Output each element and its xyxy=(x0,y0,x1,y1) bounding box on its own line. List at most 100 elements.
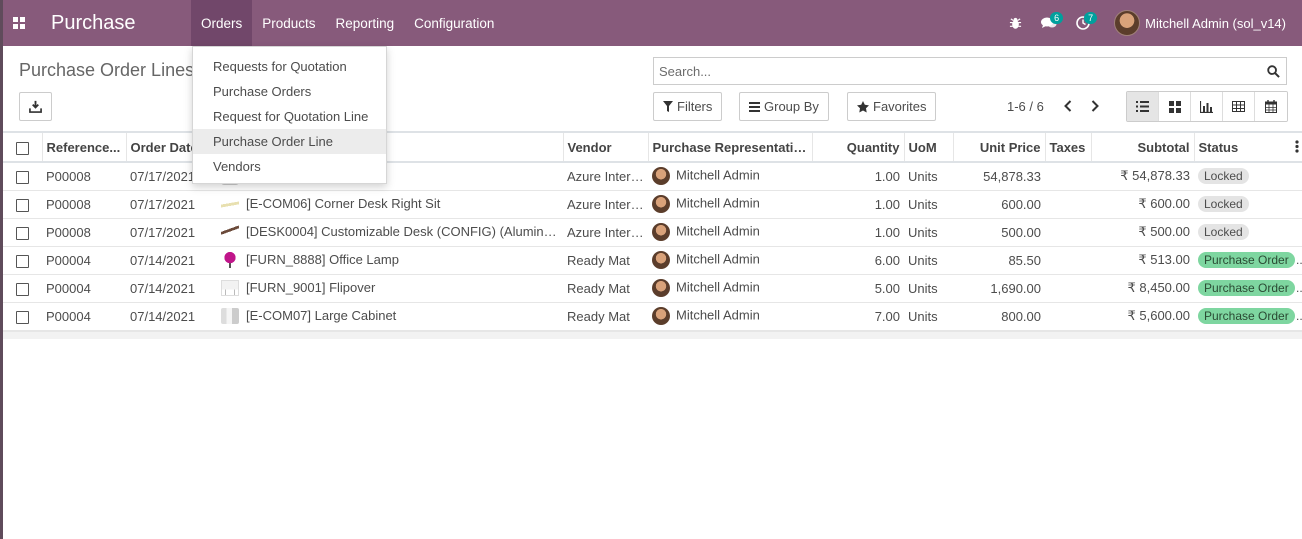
menu-item-rfq-line[interactable]: Request for Quotation Line xyxy=(193,104,386,129)
favorites-button[interactable]: Favorites xyxy=(847,92,937,121)
row-checkbox[interactable] xyxy=(16,198,29,212)
taxes-cell xyxy=(1045,302,1091,331)
export-button[interactable] xyxy=(19,92,52,121)
bug-icon[interactable] xyxy=(998,0,1032,46)
bars-icon xyxy=(749,101,760,112)
menu-reporting[interactable]: Reporting xyxy=(326,0,405,46)
column-uom[interactable]: UoM xyxy=(904,131,954,163)
column-reference[interactable]: Reference... xyxy=(42,131,127,163)
user-name: Mitchell Admin (sol_v14) xyxy=(1145,15,1286,31)
quantity-cell: 1.00 xyxy=(812,218,904,247)
download-icon xyxy=(29,100,42,113)
select-all-checkbox[interactable] xyxy=(15,141,29,155)
row-checkbox[interactable] xyxy=(16,254,29,268)
status-badge: Purchase Order xyxy=(1198,308,1295,324)
row-checkbox[interactable] xyxy=(16,170,29,184)
table-row[interactable]: P00004 07/14/2021 [FURN_8888] Office Lam… xyxy=(3,246,1302,275)
product-image-icon xyxy=(221,280,239,297)
vendor-cell: Ready Mat xyxy=(563,246,648,275)
subtotal-cell: ₹ 600.00 xyxy=(1091,190,1194,219)
kanban-icon[interactable] xyxy=(1159,92,1191,121)
apps-grid-icon[interactable] xyxy=(0,0,38,46)
pager-next-icon[interactable] xyxy=(1088,97,1102,115)
row-checkbox-cell[interactable] xyxy=(3,274,42,303)
menu-products[interactable]: Products xyxy=(252,0,325,46)
product-name: [FURN_8888] Office Lamp xyxy=(246,251,399,267)
main-navbar: Purchase Orders Products Reporting Confi… xyxy=(0,0,1302,46)
group-by-button[interactable]: Group By xyxy=(739,92,829,121)
product-name: [FURN_9001] Flipover xyxy=(246,279,376,295)
search-input[interactable] xyxy=(654,58,1260,84)
uom-cell: Units xyxy=(904,190,953,219)
row-checkbox-cell[interactable] xyxy=(3,218,42,247)
column-status[interactable]: Status xyxy=(1194,131,1302,163)
filter-icon xyxy=(663,101,673,112)
order-date-cell: 07/17/2021 xyxy=(126,218,217,247)
row-checkbox[interactable] xyxy=(16,282,29,296)
user-menu[interactable]: Mitchell Admin (sol_v14) xyxy=(1100,0,1302,46)
representative-name: Mitchell Admin xyxy=(676,167,760,183)
app-brand[interactable]: Purchase xyxy=(38,12,191,35)
product-name: [DESK0004] Customizable Desk (CONFIG) (A… xyxy=(246,223,563,239)
product-image-icon xyxy=(221,252,239,269)
table-row[interactable]: P00004 07/14/2021 [FURN_9001] Flipover R… xyxy=(3,274,1302,303)
list-icon[interactable] xyxy=(1127,92,1159,121)
navbar-systray: 6 7 Mitchell Admin (sol_v14) xyxy=(998,0,1302,46)
menu-configuration[interactable]: Configuration xyxy=(404,0,504,46)
status-badge: Purchase Order xyxy=(1198,252,1295,268)
row-checkbox-cell[interactable] xyxy=(3,162,42,191)
window-edge xyxy=(0,0,3,539)
unit-price-cell: 54,878.33 xyxy=(953,162,1045,191)
filters-button[interactable]: Filters xyxy=(653,92,723,121)
status-badge: Purchase Order xyxy=(1198,280,1295,296)
menu-orders[interactable]: Orders xyxy=(191,0,253,46)
table-row[interactable]: P00004 07/14/2021 [E-COM07] Large Cabine… xyxy=(3,302,1302,331)
taxes-cell xyxy=(1045,218,1091,247)
row-checkbox-cell[interactable] xyxy=(3,302,42,331)
vendor-cell: Azure Interior xyxy=(563,162,648,191)
row-checkbox-cell[interactable] xyxy=(3,190,42,219)
row-checkbox-cell[interactable] xyxy=(3,246,42,275)
bar-chart-icon[interactable] xyxy=(1191,92,1223,121)
product-name: [E-COM07] Large Cabinet xyxy=(246,307,397,323)
pivot-icon[interactable] xyxy=(1223,92,1255,121)
reference-cell: P00004 xyxy=(42,302,126,331)
table-row[interactable]: P00008 07/17/2021 [E-COM06] Corner Desk … xyxy=(3,190,1302,219)
search-icon[interactable] xyxy=(1260,64,1286,78)
representative-name: Mitchell Admin xyxy=(676,307,760,323)
menu-item-vendors[interactable]: Vendors xyxy=(193,154,386,179)
avatar xyxy=(652,251,670,269)
column-vendor[interactable]: Vendor xyxy=(563,131,649,163)
reference-cell: P00004 xyxy=(42,246,126,275)
row-checkbox[interactable] xyxy=(16,310,29,324)
column-subtotal[interactable]: Subtotal xyxy=(1091,131,1195,163)
table-row[interactable]: P00008 07/17/2021 [DESK0004] Customizabl… xyxy=(3,218,1302,247)
optional-columns-icon[interactable] xyxy=(1294,140,1299,156)
chat-icon[interactable]: 6 xyxy=(1032,0,1066,46)
row-checkbox[interactable] xyxy=(16,226,29,240)
pager-value[interactable]: 1-6 / 6 xyxy=(1007,99,1044,114)
menu-item-purchase-orders[interactable]: Purchase Orders xyxy=(193,79,386,104)
column-taxes[interactable]: Taxes xyxy=(1045,131,1092,163)
product-cell: [FURN_9001] Flipover xyxy=(217,274,563,303)
calendar-icon[interactable] xyxy=(1255,92,1287,121)
pager-previous-icon[interactable] xyxy=(1061,97,1075,115)
status-badge: Locked xyxy=(1198,196,1249,212)
product-cell: [E-COM07] Large Cabinet xyxy=(217,302,563,331)
unit-price-cell: 500.00 xyxy=(953,218,1045,247)
select-all-checkbox-cell[interactable] xyxy=(3,131,43,163)
taxes-cell xyxy=(1045,246,1091,275)
quantity-cell: 1.00 xyxy=(812,162,904,191)
menu-item-purchase-order-line[interactable]: Purchase Order Line xyxy=(193,129,386,154)
view-switcher xyxy=(1126,91,1288,122)
clock-icon[interactable]: 7 xyxy=(1066,0,1100,46)
avatar xyxy=(652,195,670,213)
column-quantity[interactable]: Quantity xyxy=(812,131,905,163)
representative-cell: Mitchell Admin xyxy=(648,274,812,303)
menu-item-requests-for-quotation[interactable]: Requests for Quotation xyxy=(193,54,386,79)
quantity-cell: 1.00 xyxy=(812,190,904,219)
chat-badge: 6 xyxy=(1050,12,1064,24)
column-purchase-representative[interactable]: Purchase Representative xyxy=(648,131,813,163)
order-date-cell: 07/14/2021 xyxy=(126,302,217,331)
column-unit-price[interactable]: Unit Price xyxy=(953,131,1046,163)
